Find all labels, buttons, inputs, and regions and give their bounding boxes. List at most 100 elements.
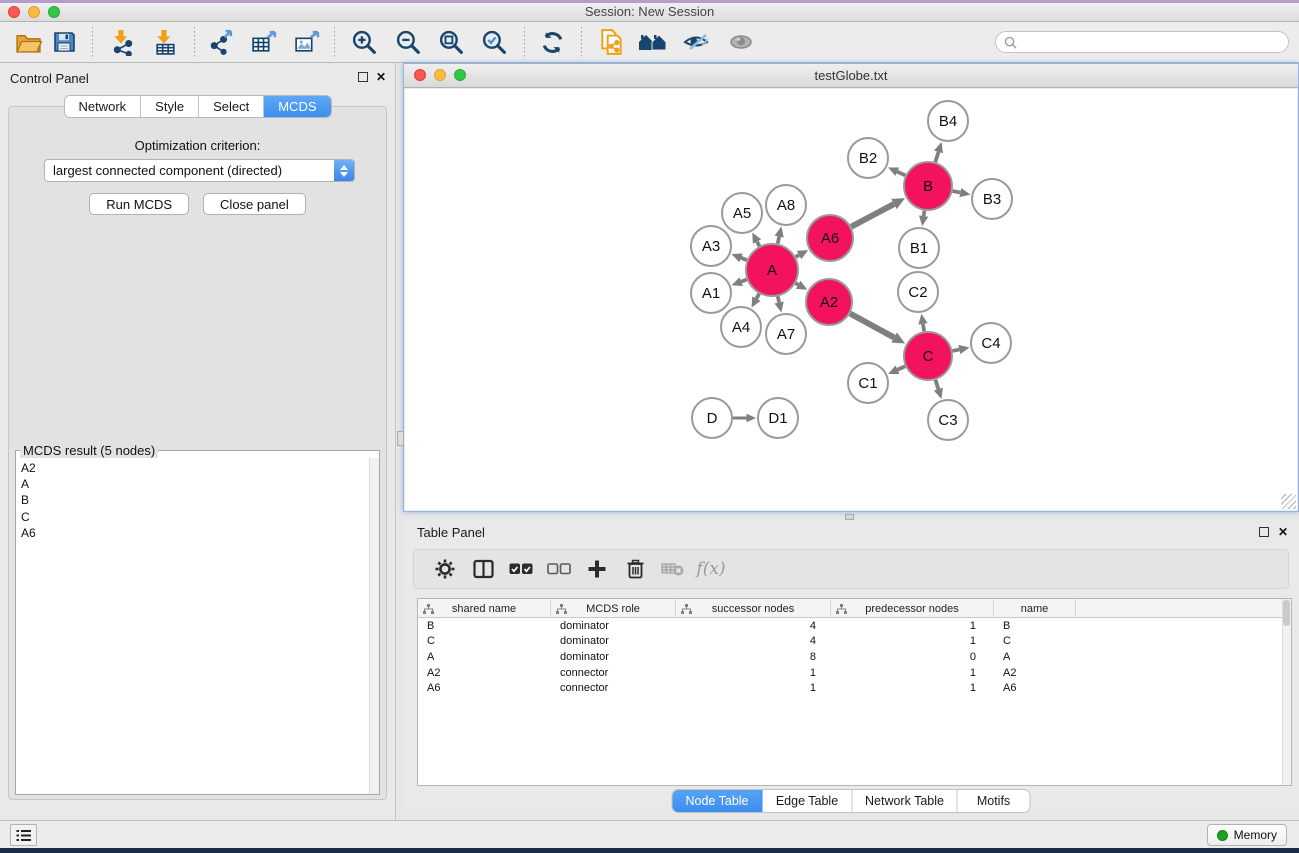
function-builder-button[interactable]: f(x) [692,551,730,587]
save-session-button[interactable] [46,25,82,59]
table-row[interactable]: Cdominator41C [418,634,1282,650]
zoom-out-button[interactable] [390,25,426,59]
clone-network-button[interactable] [594,25,630,59]
control-tab-network[interactable]: Network [64,96,141,117]
show-columns-button[interactable] [464,551,502,587]
cell-name[interactable]: A6 [994,682,1076,694]
cell-successor-nodes[interactable]: 8 [676,651,831,663]
cell-shared-name[interactable]: C [418,635,551,647]
cell-successor-nodes[interactable]: 1 [676,667,831,679]
delete-table-button[interactable] [654,551,692,587]
table-tab-edge-table[interactable]: Edge Table [763,790,853,812]
resize-grip-icon[interactable] [1281,494,1296,509]
cell-shared-name[interactable]: B [418,620,551,632]
zoom-window-button[interactable] [48,6,60,18]
run-mcds-button[interactable]: Run MCDS [89,193,189,215]
mcds-result-item[interactable]: C [16,509,369,525]
mcds-result-item[interactable]: B [16,492,369,508]
create-column-button[interactable] [578,551,616,587]
column-header-MCDS-role[interactable]: MCDS role [551,599,676,618]
column-header-shared-name[interactable]: shared name [418,599,551,618]
search-input[interactable] [1022,35,1280,49]
search-field[interactable] [995,31,1289,53]
select-all-button[interactable] [502,551,540,587]
cell-name[interactable]: C [994,635,1076,647]
cell-predecessor-nodes[interactable]: 0 [831,651,994,663]
edge-A-A5[interactable] [757,242,759,247]
home-view-button[interactable] [635,25,671,59]
edge-B-B4[interactable] [935,152,938,162]
cell-predecessor-nodes[interactable]: 1 [831,682,994,694]
cell-predecessor-nodes[interactable]: 1 [831,667,994,679]
cell-MCDS-role[interactable]: dominator [551,651,676,663]
control-tab-mcds[interactable]: MCDS [264,96,330,117]
cell-shared-name[interactable]: A2 [418,667,551,679]
table-row[interactable]: A6connector11A6 [418,680,1282,696]
cell-successor-nodes[interactable]: 4 [676,635,831,647]
network-canvas[interactable]: AA1A3A5A8A4A7A6A2BB2B4B3B1CC2C4C1C3DD1 [405,89,1297,510]
control-tab-select[interactable]: Select [199,96,264,117]
network-zoom-button[interactable] [454,69,466,81]
task-history-button[interactable] [10,824,37,846]
table-row[interactable]: Adominator80A [418,649,1282,665]
mcds-result-item[interactable]: A2 [16,460,369,476]
export-image-button[interactable] [288,25,324,59]
float-panel-icon[interactable] [358,72,368,82]
edge-C-C3[interactable] [935,380,938,389]
table-tab-node-table[interactable]: Node Table [673,790,763,812]
cell-name[interactable]: A2 [994,667,1076,679]
edge-A2-C[interactable] [850,313,894,337]
edge-A-A4[interactable] [756,294,759,299]
control-tab-style[interactable]: Style [141,96,199,117]
cell-name[interactable]: A [994,651,1076,663]
hide-graphics-button[interactable] [678,25,714,59]
cell-MCDS-role[interactable]: dominator [551,620,676,632]
splitter-grab-handle[interactable] [397,431,404,446]
cell-successor-nodes[interactable]: 1 [676,682,831,694]
zoom-in-button[interactable] [346,25,382,59]
cell-predecessor-nodes[interactable]: 1 [831,635,994,647]
table-scrollbar-thumb[interactable] [1283,600,1290,626]
cell-MCDS-role[interactable]: connector [551,682,676,694]
edge-A-A1[interactable] [741,280,747,282]
edge-B-B1[interactable] [924,211,925,216]
show-eye-button[interactable] [723,25,759,59]
edge-A-A3[interactable] [741,258,747,260]
result-scrollbar[interactable] [369,458,379,794]
table-row[interactable]: Bdominator41B [418,618,1282,634]
edge-B-B2[interactable] [897,172,905,176]
table-row[interactable]: A2connector11A2 [418,665,1282,681]
delete-column-button[interactable] [616,551,654,587]
table-settings-button[interactable] [426,551,464,587]
minimize-window-button[interactable] [28,6,40,18]
edge-C-C4[interactable] [952,350,959,351]
import-table-button[interactable] [147,25,183,59]
close-table-panel-icon[interactable]: ✕ [1278,525,1288,539]
network-minimize-button[interactable] [434,69,446,81]
cell-predecessor-nodes[interactable]: 1 [831,620,994,632]
table-scrollbar[interactable] [1282,599,1291,785]
cell-successor-nodes[interactable]: 4 [676,620,831,632]
edge-A6-B[interactable] [851,204,894,227]
edge-B-B3[interactable] [952,191,960,193]
edge-A-A7[interactable] [778,296,779,302]
mcds-result-item[interactable]: A6 [16,525,369,541]
zoom-fit-button[interactable] [433,25,469,59]
column-header-predecessor-nodes[interactable]: predecessor nodes [831,599,994,618]
close-window-button[interactable] [8,6,20,18]
refresh-button[interactable] [534,25,570,59]
table-tab-motifs[interactable]: Motifs [958,790,1030,812]
close-panel-icon[interactable]: ✕ [376,70,386,84]
deselect-all-button[interactable] [540,551,578,587]
edge-C-C1[interactable] [897,366,905,369]
memory-button[interactable]: Memory [1207,824,1287,846]
close-panel-button[interactable]: Close panel [203,193,306,215]
network-window-titlebar[interactable]: testGlobe.txt [404,64,1298,88]
open-session-button[interactable] [10,25,46,59]
export-network-button[interactable] [203,25,239,59]
zoom-selected-button[interactable] [476,25,512,59]
import-network-button[interactable] [104,25,140,59]
float-table-panel-icon[interactable] [1259,527,1269,537]
edge-A-A6[interactable] [796,255,799,257]
column-header-successor-nodes[interactable]: successor nodes [676,599,831,618]
